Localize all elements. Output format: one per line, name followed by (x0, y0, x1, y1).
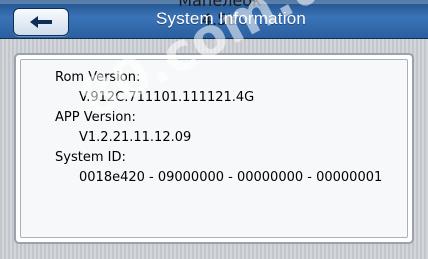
system-id-label: System ID: (55, 150, 126, 165)
arrow-left-icon (30, 16, 52, 28)
app-version-value: V1.2.21.11.12.09 (79, 130, 192, 145)
system-id-value: 0018e420 - 09000000 - 00000000 - 0000000… (79, 170, 383, 185)
system-info-list: Rom Version: V.912C.711101.111121.4G APP… (55, 68, 415, 188)
page-title: System Information (155, 9, 307, 28)
rom-version-label: Rom Version: (55, 70, 141, 85)
back-button[interactable] (13, 8, 69, 36)
title-bar: Мапелеок 4.5Ь System Information (0, 0, 428, 39)
rom-version-value: V.912C.711101.111121.4G (79, 90, 255, 105)
app-version-label: APP Version: (55, 110, 136, 125)
